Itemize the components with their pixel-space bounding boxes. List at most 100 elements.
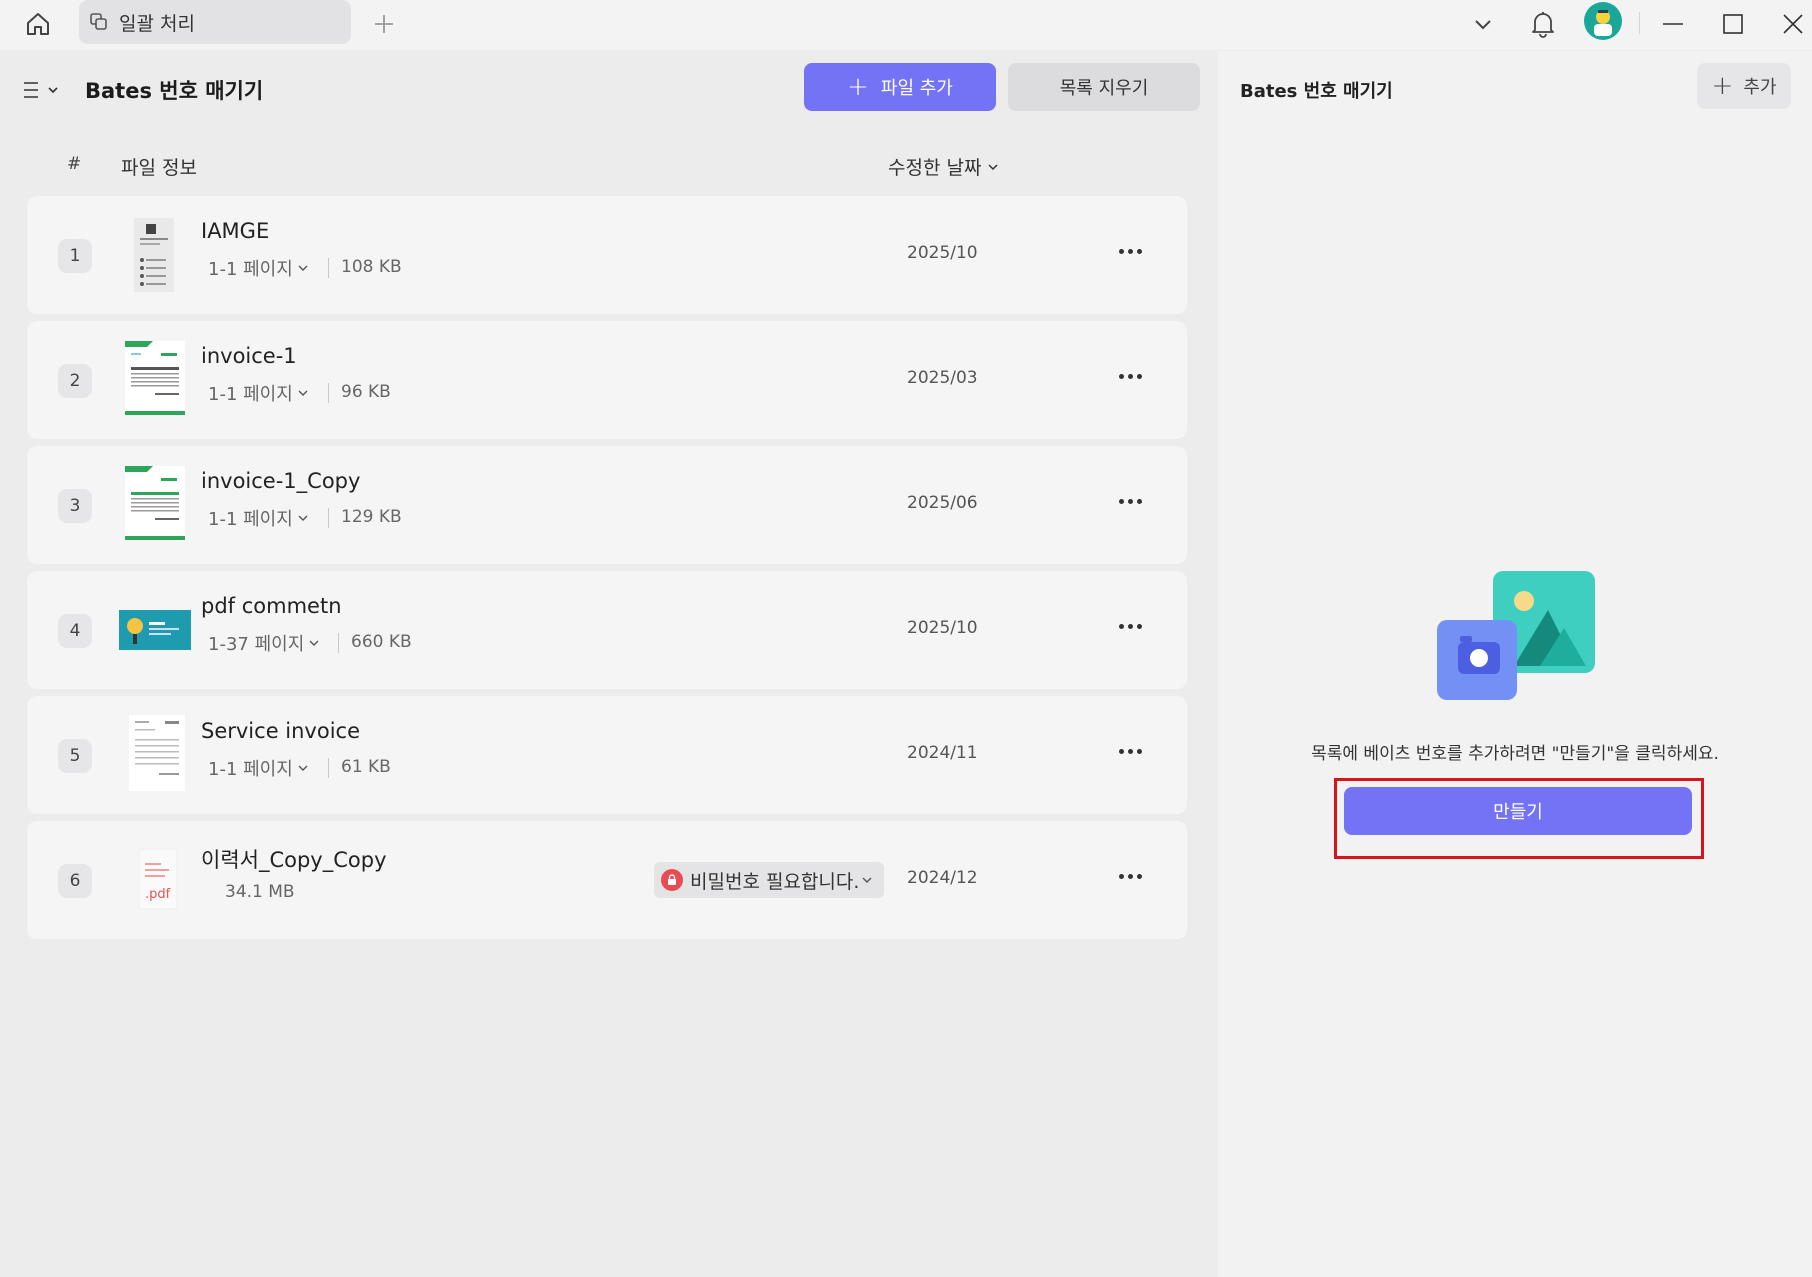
titlebar-divider	[1639, 12, 1640, 34]
page-range: 1-1 페이지	[208, 259, 293, 280]
page-range-dropdown[interactable]: 1-1 페이지	[208, 505, 309, 531]
file-size: 108 KB	[341, 257, 402, 277]
chevron-down-icon	[298, 515, 308, 521]
dropdown-button[interactable]	[1462, 3, 1504, 45]
plus-icon	[375, 15, 393, 33]
chevron-down-icon	[988, 163, 998, 170]
more-options-button[interactable]	[1113, 864, 1147, 888]
file-row[interactable]: 3 invoice-1_Copy 1-1 페이지 129 KB 2025/06	[27, 446, 1187, 564]
divider	[338, 633, 339, 653]
add-bates-button[interactable]: + 추가	[1697, 63, 1791, 109]
modified-date: 2024/12	[907, 868, 978, 888]
create-button[interactable]: 만들기	[1344, 787, 1692, 835]
invoice-thumb	[125, 341, 185, 419]
more-options-button[interactable]	[1113, 364, 1147, 388]
page-range: 1-1 페이지	[208, 759, 293, 780]
more-options-button[interactable]	[1113, 614, 1147, 638]
column-header-file-info: 파일 정보	[121, 157, 197, 179]
file-row[interactable]: 6 .pdf 이력서_Copy_Copy 34.1 MB 비밀번호 필요합니다.…	[27, 821, 1187, 939]
divider	[328, 258, 329, 278]
resume-thumb	[133, 217, 175, 296]
file-name: Service invoice	[201, 719, 361, 743]
page-range-dropdown[interactable]: 1-1 페이지	[208, 380, 309, 406]
more-options-button[interactable]	[1113, 489, 1147, 513]
more-options-button[interactable]	[1113, 239, 1147, 263]
maximize-icon	[1723, 14, 1743, 34]
file-name: invoice-1_Copy	[201, 469, 361, 493]
chevron-down-icon	[298, 390, 308, 396]
file-name: 이력서_Copy_Copy	[201, 848, 387, 872]
home-button[interactable]	[20, 6, 56, 42]
hamburger-icon	[24, 82, 38, 98]
page-range: 1-37 페이지	[208, 634, 305, 655]
title-bar: 일괄 처리	[0, 0, 1812, 50]
lock-icon	[661, 869, 683, 891]
page-range: 1-1 페이지	[208, 509, 293, 530]
divider	[328, 508, 329, 528]
page-range-dropdown[interactable]: 1-1 페이지	[208, 255, 309, 281]
empty-state-illustration	[1436, 570, 1598, 704]
row-number: 3	[58, 489, 92, 523]
menu-button[interactable]	[21, 73, 67, 107]
chevron-down-icon	[862, 877, 872, 883]
empty-state-hint: 목록에 베이츠 번호를 추가하려면 "만들기"을 클릭하세요.	[1311, 744, 1719, 764]
file-size: 660 KB	[351, 632, 412, 652]
bates-panel: Bates 번호 매기기 + 추가 목록에 베이츠 번호를 추가하려면 "만들기…	[1218, 51, 1812, 1277]
file-list-panel: Bates 번호 매기기 + 파일 추가 목록 지우기 # 파일 정보 수정한 …	[3, 51, 1210, 1277]
modified-date: 2025/10	[907, 243, 978, 263]
file-row[interactable]: 5 Service invoice 1-1 페이지 61 KB 2024/11	[27, 696, 1187, 814]
chevron-down-icon	[48, 87, 58, 94]
bell-icon	[1532, 12, 1554, 38]
row-number: 2	[58, 364, 92, 398]
panel-title: Bates 번호 매기기	[85, 79, 264, 103]
modified-date: 2025/03	[907, 368, 978, 388]
page-range-dropdown[interactable]: 1-37 페이지	[208, 630, 320, 656]
minimize-button[interactable]	[1652, 3, 1694, 45]
doc-thumb	[129, 715, 185, 795]
slide-thumb	[119, 610, 191, 654]
add-files-button[interactable]: + 파일 추가	[804, 63, 996, 111]
pdf-extension-label: .pdf	[145, 887, 171, 902]
notification-button[interactable]	[1522, 3, 1564, 45]
pdf-placeholder: .pdf	[133, 847, 183, 915]
file-row[interactable]: 2 invoice-1 1-1 페이지 96 KB 2025/03	[27, 321, 1187, 439]
modified-date: 2025/10	[907, 618, 978, 638]
row-number: 4	[58, 614, 92, 648]
divider	[328, 758, 329, 778]
sort-by-date-button[interactable]: 수정한 날짜	[888, 153, 999, 180]
row-number: 6	[58, 864, 92, 898]
minimize-icon	[1663, 23, 1683, 25]
page-range-dropdown[interactable]: 1-1 페이지	[208, 755, 309, 781]
modified-date: 2024/11	[907, 743, 978, 763]
more-options-button[interactable]	[1113, 739, 1147, 763]
tab-batch[interactable]: 일괄 처리	[79, 0, 351, 44]
maximize-button[interactable]	[1712, 3, 1754, 45]
clear-list-label: 목록 지우기	[1059, 78, 1149, 99]
file-row[interactable]: 4 pdf commetn 1-37 페이지 660 KB 2025/10	[27, 571, 1187, 689]
invoice-thumb	[125, 466, 185, 544]
file-row[interactable]: 1 IAMGE 1-1 페이지 108 KB 2025/10	[27, 196, 1187, 314]
close-icon	[1783, 14, 1803, 34]
plus-icon: +	[847, 72, 869, 102]
file-name: invoice-1	[201, 344, 297, 368]
chevron-down-icon	[298, 765, 308, 771]
chevron-down-icon	[309, 640, 319, 646]
file-name: pdf commetn	[201, 594, 342, 618]
file-name: IAMGE	[201, 219, 270, 243]
avatar[interactable]	[1584, 2, 1622, 40]
close-button[interactable]	[1772, 3, 1812, 45]
new-tab-button[interactable]	[366, 6, 402, 42]
column-header-date: 수정한 날짜	[888, 157, 982, 179]
bates-panel-title: Bates 번호 매기기	[1240, 81, 1393, 102]
clear-list-button[interactable]: 목록 지우기	[1008, 63, 1200, 111]
home-icon	[27, 13, 49, 35]
file-size: 129 KB	[341, 507, 402, 527]
file-size: 61 KB	[341, 757, 391, 777]
page-range: 1-1 페이지	[208, 384, 293, 405]
password-required-dropdown[interactable]: 비밀번호 필요합니다.	[654, 862, 884, 898]
column-header-number: #	[67, 154, 82, 174]
password-required-label: 비밀번호 필요합니다.	[690, 870, 860, 893]
file-size: 34.1 MB	[225, 882, 295, 902]
plus-icon: +	[1711, 71, 1734, 101]
modified-date: 2025/06	[907, 493, 978, 513]
